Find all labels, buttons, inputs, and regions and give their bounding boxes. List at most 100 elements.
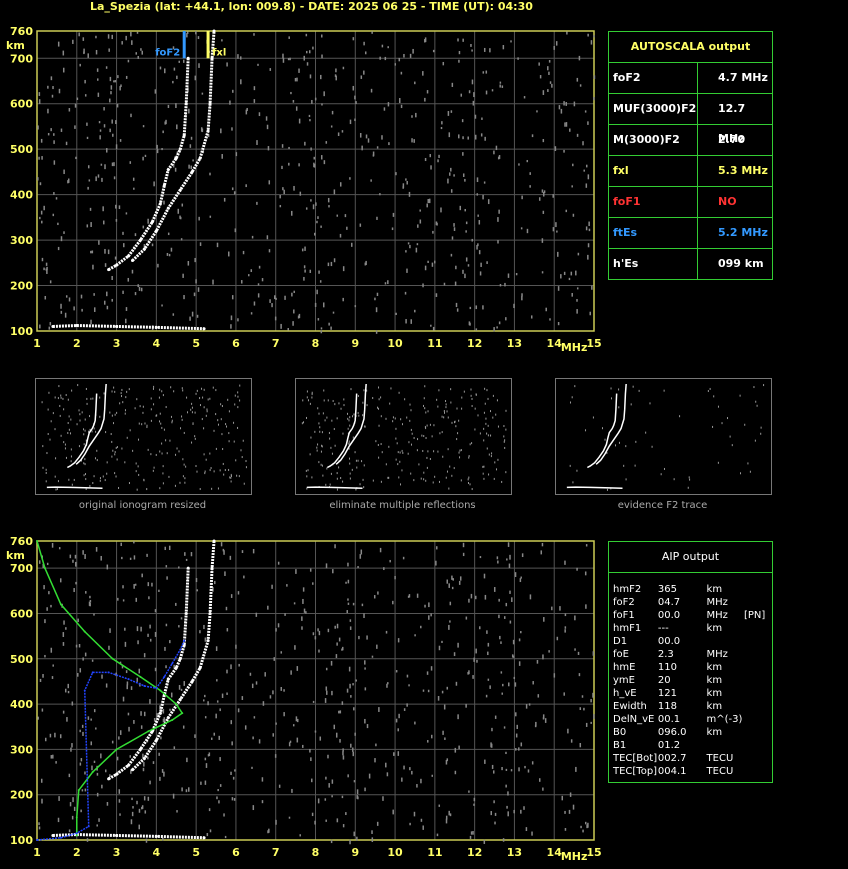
noise-dot [205, 763, 208, 768]
noise-dot [149, 624, 151, 629]
thumb-noise [625, 445, 627, 448]
thumb-noise [236, 474, 238, 477]
noise-dot [207, 754, 210, 757]
thumb-noise [41, 401, 43, 404]
noise-dot [364, 51, 367, 55]
noise-dot [414, 721, 416, 725]
aip-cell: B1 [613, 740, 627, 751]
noise-dot [498, 598, 500, 602]
noise-dot [164, 121, 166, 125]
noise-dot [493, 770, 495, 774]
noise-dot [470, 593, 473, 599]
noise-dot [185, 789, 188, 793]
noise-dot [538, 778, 541, 782]
noise-dot [587, 174, 590, 180]
noise-dot [172, 80, 174, 84]
noise-dot [204, 716, 207, 719]
thumb-noise [169, 439, 171, 442]
noise-dot [406, 268, 408, 273]
noise-dot [538, 62, 540, 66]
thumb-noise [496, 468, 498, 471]
noise-dot [553, 46, 555, 50]
noise-dot [446, 579, 448, 584]
noise-dot [355, 679, 357, 682]
noise-dot [332, 569, 334, 574]
noise-dot [272, 690, 274, 695]
y-tick-label: 200 [10, 789, 33, 802]
noise-dot [220, 128, 222, 134]
thumb-noise [712, 425, 714, 428]
noise-dot [376, 644, 378, 649]
aip-cell: 01.2 [657, 740, 681, 751]
noise-dot [248, 274, 250, 277]
thumb-noise [150, 419, 152, 422]
x-tick-label: 3 [113, 337, 121, 350]
noise-dot [69, 554, 72, 559]
noise-dot [292, 724, 295, 727]
thumb-noise [183, 463, 185, 466]
noise-dot [328, 783, 330, 788]
noise-dot [83, 48, 85, 54]
thumb-noise [330, 472, 332, 475]
noise-dot [455, 302, 458, 308]
thumb-noise [199, 397, 201, 400]
noise-dot [75, 644, 78, 648]
noise-dot [347, 562, 349, 567]
noise-dot [542, 654, 544, 660]
noise-dot [526, 159, 529, 163]
noise-dot [564, 629, 566, 633]
noise-dot [392, 212, 395, 217]
noise-dot [450, 110, 453, 113]
thumb-noise [245, 466, 247, 469]
noise-dot [195, 578, 198, 583]
noise-dot [152, 761, 155, 764]
noise-dot [251, 235, 254, 239]
noise-dot [459, 576, 462, 581]
y-tick-label: 500 [10, 143, 33, 156]
thumb-noise [207, 398, 209, 401]
noise-dot [217, 789, 219, 792]
thumb-noise [610, 387, 612, 390]
noise-dot [472, 675, 474, 679]
noise-dot [197, 287, 200, 292]
noise-dot [86, 136, 89, 140]
data-point [186, 566, 190, 570]
noise-dot [400, 71, 403, 75]
noise-dot [156, 144, 158, 149]
thumb-noise [78, 445, 80, 448]
data-point [111, 657, 114, 660]
noise-dot [431, 774, 434, 777]
thumb-noise [178, 450, 180, 453]
noise-dot [151, 243, 154, 247]
data-point [127, 678, 130, 681]
noise-dot [50, 647, 53, 653]
thumb-noise [709, 387, 711, 390]
noise-dot [384, 56, 387, 61]
aip-row: TEC[Bot] 002.7 TECU [609, 752, 772, 765]
noise-dot [129, 557, 132, 560]
noise-dot [542, 90, 545, 95]
noise-dot [479, 626, 481, 630]
aip-cell: h_vE [613, 688, 637, 699]
data-point [198, 666, 202, 670]
noise-dot [71, 815, 74, 820]
noise-dot [493, 587, 496, 592]
noise-dot [563, 271, 566, 276]
aip-cell [707, 635, 744, 648]
thumb-noise [181, 415, 183, 418]
aip-cell: km [706, 675, 723, 686]
noise-dot [120, 542, 122, 547]
noise-dot [294, 77, 297, 82]
noise-dot [487, 651, 489, 656]
thumb-noise [460, 449, 462, 452]
noise-dot [180, 617, 183, 620]
noise-dot [105, 769, 107, 773]
noise-dot [459, 205, 462, 211]
aip-cell [744, 726, 772, 739]
noise-dot [356, 789, 359, 795]
thumb-noise [201, 418, 203, 421]
aip-cell: km [706, 727, 723, 738]
noise-dot [341, 648, 343, 651]
noise-dot [268, 180, 271, 185]
noise-dot [354, 95, 356, 100]
